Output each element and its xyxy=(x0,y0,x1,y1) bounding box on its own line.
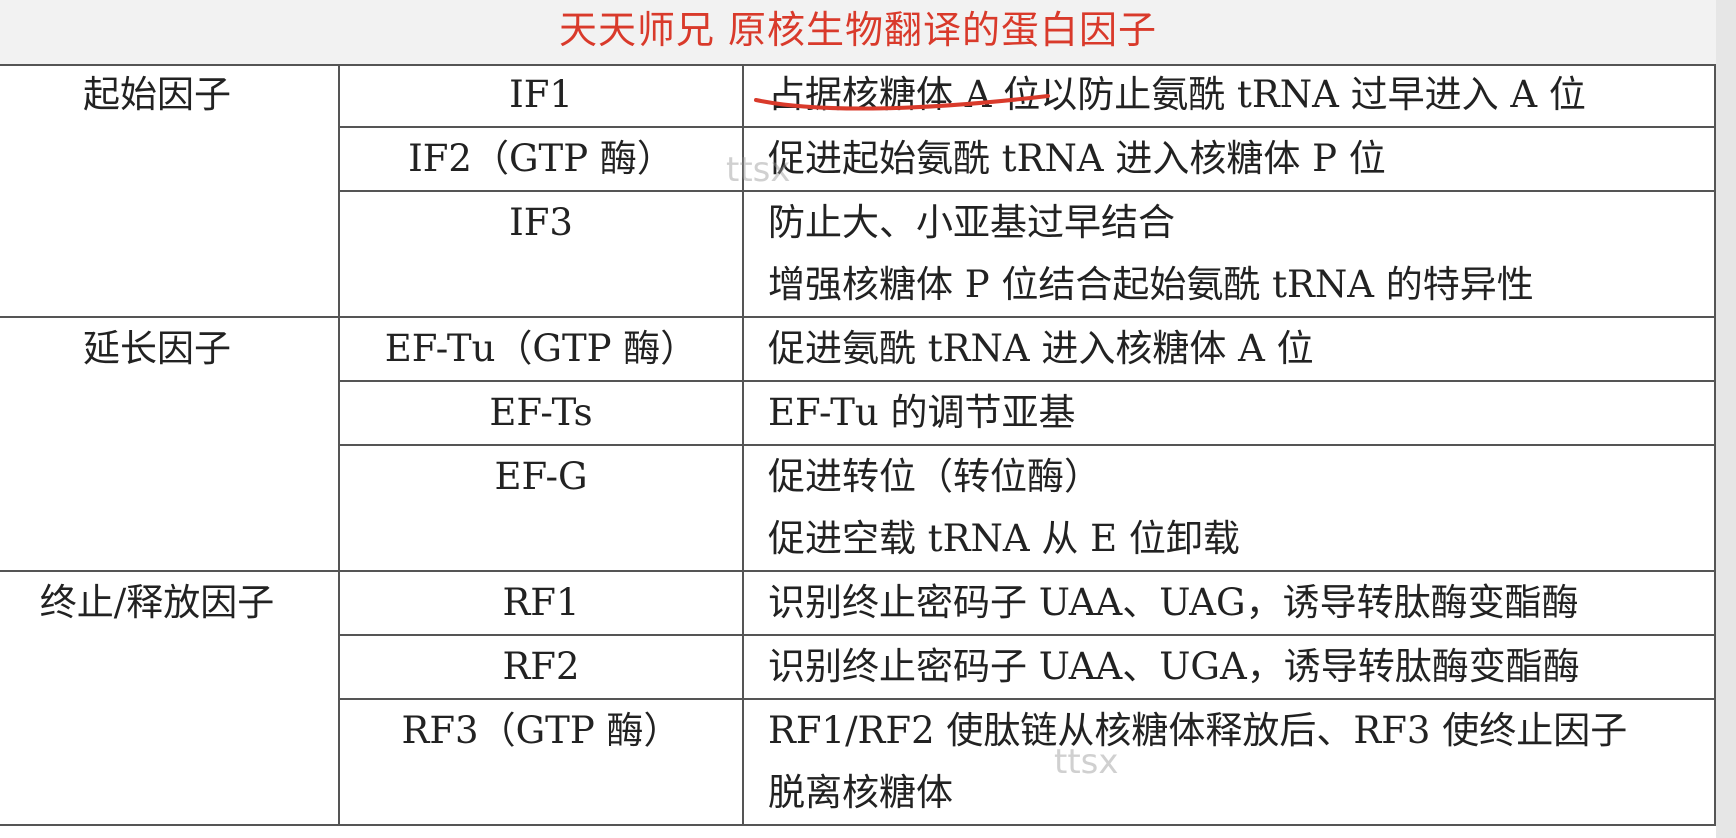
factor-function-cell: 促进转位（转位酶） 促进空载 tRNA 从 E 位卸载 xyxy=(742,444,1716,572)
category-cell: 延长因子 xyxy=(0,316,340,572)
category-label: 延长因子 xyxy=(83,327,231,370)
category-label: 起始因子 xyxy=(83,73,231,116)
factor-name-cell: IF2（GTP 酶） xyxy=(339,126,744,192)
function-text: 识别终止密码子 UAA、UGA，诱导转肽酶变酯酶 xyxy=(768,645,1580,688)
factor-function-cell: 防止大、小亚基过早结合 增强核糖体 P 位结合起始氨酰 tRNA 的特异性 xyxy=(742,190,1716,318)
category-cell: 终止/释放因子 xyxy=(0,570,340,826)
window-edge xyxy=(1716,0,1736,838)
factor-name-cell: EF-G xyxy=(339,444,744,572)
factor-function-cell: 占据核糖体 A 位以防止氨酰 tRNA 过早进入 A 位 xyxy=(742,64,1716,128)
function-text: 促进起始氨酰 tRNA 进入核糖体 P 位 xyxy=(768,137,1386,180)
function-text: 脱离核糖体 xyxy=(768,771,953,814)
function-text: 增强核糖体 P 位结合起始氨酰 tRNA 的特异性 xyxy=(768,263,1534,306)
function-text: RF1/RF2 使肽链从核糖体释放后、RF3 使终止因子 xyxy=(768,709,1628,752)
category-label: 终止/释放因子 xyxy=(39,581,275,624)
factor-function-cell: 识别终止密码子 UAA、UAG，诱导转肽酶变酯酶 xyxy=(742,570,1716,636)
table-row: 延长因子 EF-Tu（GTP 酶） 促进氨酰 tRNA 进入核糖体 A 位 xyxy=(0,316,1716,572)
factor-name-cell: IF1 xyxy=(338,64,744,128)
function-text: 占据核糖体 A 位以防止氨酰 tRNA 过早进入 A 位 xyxy=(768,73,1586,116)
factor-name-cell: EF-Tu（GTP 酶） xyxy=(338,316,744,382)
function-text: 促进转位（转位酶） xyxy=(768,455,1101,498)
category-cell: 起始因子 xyxy=(0,64,340,318)
factor-name-cell: RF3（GTP 酶） xyxy=(339,698,744,826)
page-title: 天天师兄 原核生物翻译的蛋白因子 xyxy=(0,0,1716,66)
factor-name-cell: IF3 xyxy=(339,190,744,318)
slide-table: 天天师兄 原核生物翻译的蛋白因子 起始因子 IF1 占据核糖体 A 位以防止氨酰… xyxy=(0,0,1716,838)
factor-function-cell: 促进氨酰 tRNA 进入核糖体 A 位 xyxy=(742,316,1716,382)
factor-function-cell: EF-Tu 的调节亚基 xyxy=(742,380,1716,446)
function-text: 识别终止密码子 UAA、UAG，诱导转肽酶变酯酶 xyxy=(768,581,1579,624)
function-text: 促进空载 tRNA 从 E 位卸载 xyxy=(768,517,1240,560)
protein-factor-table: 起始因子 IF1 占据核糖体 A 位以防止氨酰 tRNA 过早进入 A 位 IF… xyxy=(0,64,1716,826)
factor-name-cell: EF-Ts xyxy=(339,380,744,446)
factor-function-cell: 促进起始氨酰 tRNA 进入核糖体 P 位 xyxy=(742,126,1716,192)
table-row: 起始因子 IF1 占据核糖体 A 位以防止氨酰 tRNA 过早进入 A 位 xyxy=(0,64,1716,318)
factor-name-cell: RF1 xyxy=(338,570,744,636)
table-row: 终止/释放因子 RF1 识别终止密码子 UAA、UAG，诱导转肽酶变酯酶 xyxy=(0,570,1716,826)
function-text: 促进氨酰 tRNA 进入核糖体 A 位 xyxy=(768,327,1314,370)
function-text: 防止大、小亚基过早结合 xyxy=(768,201,1175,244)
factor-name-cell: RF2 xyxy=(339,634,744,700)
function-text: EF-Tu 的调节亚基 xyxy=(768,391,1076,434)
factor-function-cell: 识别终止密码子 UAA、UGA，诱导转肽酶变酯酶 xyxy=(742,634,1716,700)
factor-function-cell: RF1/RF2 使肽链从核糖体释放后、RF3 使终止因子 脱离核糖体 xyxy=(742,698,1716,826)
